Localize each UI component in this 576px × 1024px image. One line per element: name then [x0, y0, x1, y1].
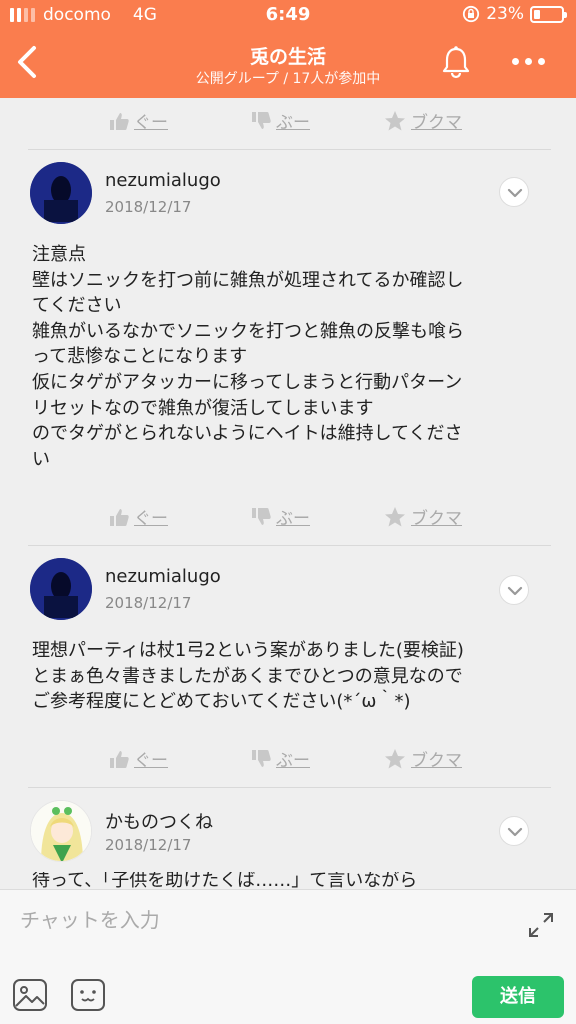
dislike-button[interactable]: ぶー — [250, 108, 310, 133]
post-actions: ぐー ぶー ブクマ — [0, 496, 576, 536]
top-bar: docomo 4G 6:49 23% 兎の生活 公開グループ / 17人が参加中 — [0, 0, 576, 98]
battery-percent: 23% — [486, 4, 524, 24]
thumbs-down-icon — [252, 507, 271, 525]
battery-icon — [530, 5, 567, 23]
post-menu-button[interactable] — [499, 816, 529, 846]
divider — [28, 787, 551, 788]
like-button[interactable]: ぐー — [108, 504, 168, 529]
chat-composer: チャットを入力 送信 — [0, 889, 576, 1024]
sticker-icon[interactable] — [70, 978, 106, 1012]
star-icon — [385, 748, 405, 768]
username[interactable]: nezumialugo — [105, 566, 221, 587]
thumbs-up-icon — [110, 508, 129, 526]
bell-icon[interactable] — [438, 44, 474, 80]
star-icon — [385, 506, 405, 526]
post-text-partial: 待って、「子供を助けたくば……」て言いながら — [32, 872, 418, 889]
post-actions: ぐー ぶー ブクマ — [0, 100, 576, 140]
post-menu-button[interactable] — [499, 575, 529, 605]
group-title: 兎の生活 — [249, 46, 326, 68]
thumbs-down-icon — [252, 111, 271, 129]
send-button[interactable]: 送信 — [472, 976, 564, 1018]
post-date: 2018/12/17 — [105, 836, 192, 854]
divider — [28, 149, 551, 150]
rotation-lock-icon — [463, 5, 480, 23]
bookmark-button[interactable]: ブクマ — [383, 108, 462, 133]
star-icon — [385, 110, 405, 130]
chat-input[interactable]: チャットを入力 — [20, 904, 160, 933]
chevron-down-icon — [507, 827, 523, 837]
thumbs-up-icon — [110, 750, 129, 768]
dislike-button[interactable]: ぶー — [250, 504, 310, 529]
group-subtitle: 公開グループ / 17人が参加中 — [195, 71, 381, 87]
more-menu-icon[interactable] — [512, 58, 545, 65]
header: 兎の生活 公開グループ / 17人が参加中 — [0, 30, 576, 98]
chevron-down-icon — [507, 586, 523, 596]
like-button[interactable]: ぐー — [108, 108, 168, 133]
username[interactable]: かものつくね — [105, 808, 213, 834]
post-date: 2018/12/17 — [105, 198, 192, 216]
post-actions: ぐー ぶー ブクマ — [0, 738, 576, 778]
chevron-down-icon — [507, 188, 523, 198]
image-icon[interactable] — [12, 978, 48, 1012]
like-button[interactable]: ぐー — [108, 746, 168, 771]
divider — [28, 545, 551, 546]
bookmark-button[interactable]: ブクマ — [383, 504, 462, 529]
thumbs-down-icon — [252, 749, 271, 767]
status-bar: docomo 4G 6:49 23% — [0, 0, 576, 30]
expand-icon[interactable] — [526, 910, 556, 940]
avatar[interactable] — [30, 162, 92, 224]
post-text: 理想パーティは杖1弓2という案がありました(要検証) とまぁ色々書きましたがあく… — [32, 640, 464, 713]
avatar[interactable] — [30, 558, 92, 620]
dislike-button[interactable]: ぶー — [250, 746, 310, 771]
bookmark-button[interactable]: ブクマ — [383, 746, 462, 771]
avatar[interactable] — [30, 800, 92, 862]
post-menu-button[interactable] — [499, 177, 529, 207]
username[interactable]: nezumialugo — [105, 170, 221, 191]
thumbs-up-icon — [110, 112, 129, 130]
post-date: 2018/12/17 — [105, 594, 192, 612]
post-text: 注意点 壁はソニックを打つ前に雑魚が処理されてるか確認し てください 雑魚がいる… — [32, 244, 464, 470]
